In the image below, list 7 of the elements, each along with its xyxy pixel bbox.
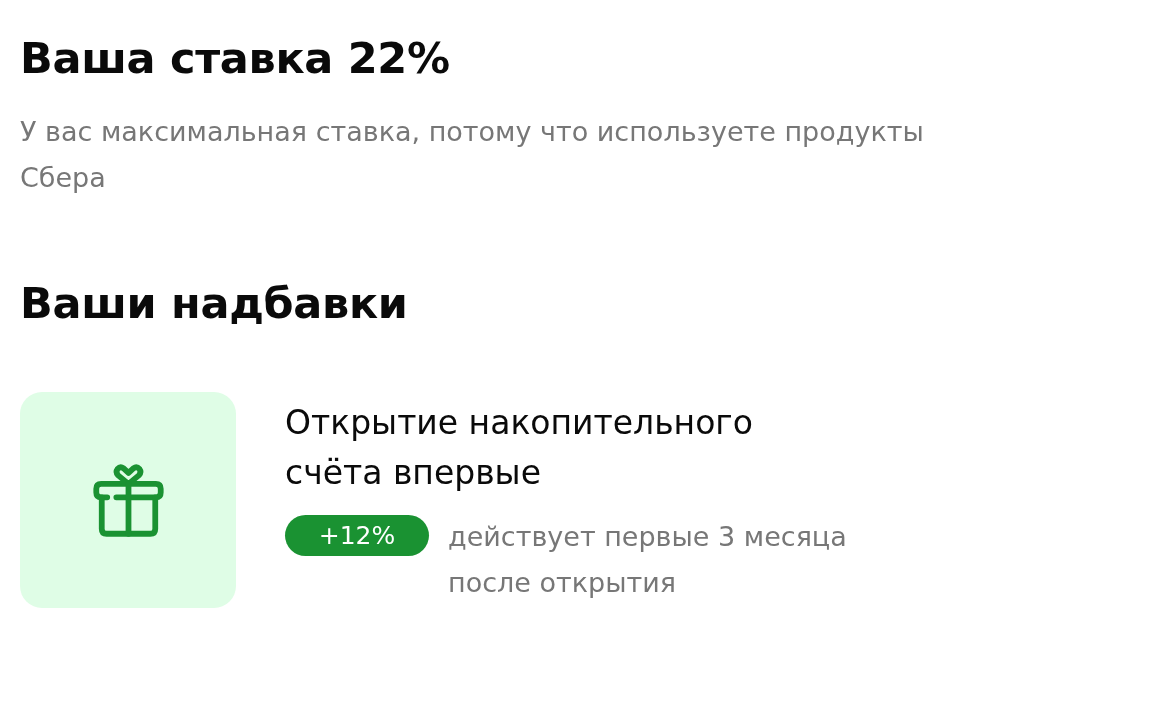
bonus-note: действует первые 3 месяца после открытия [448,520,848,600]
rate-description: У вас максимальная ставка, потому что используете продукты Сбера [20,115,925,195]
gift-icon [91,462,165,538]
bonus-title: Открытие накопительного счёта впервые [285,402,754,494]
rate-badge: +12% [285,515,429,556]
bonuses-heading: Ваши надбавки [20,277,408,330]
rate-heading: Ваша ставка 22% [20,32,450,85]
